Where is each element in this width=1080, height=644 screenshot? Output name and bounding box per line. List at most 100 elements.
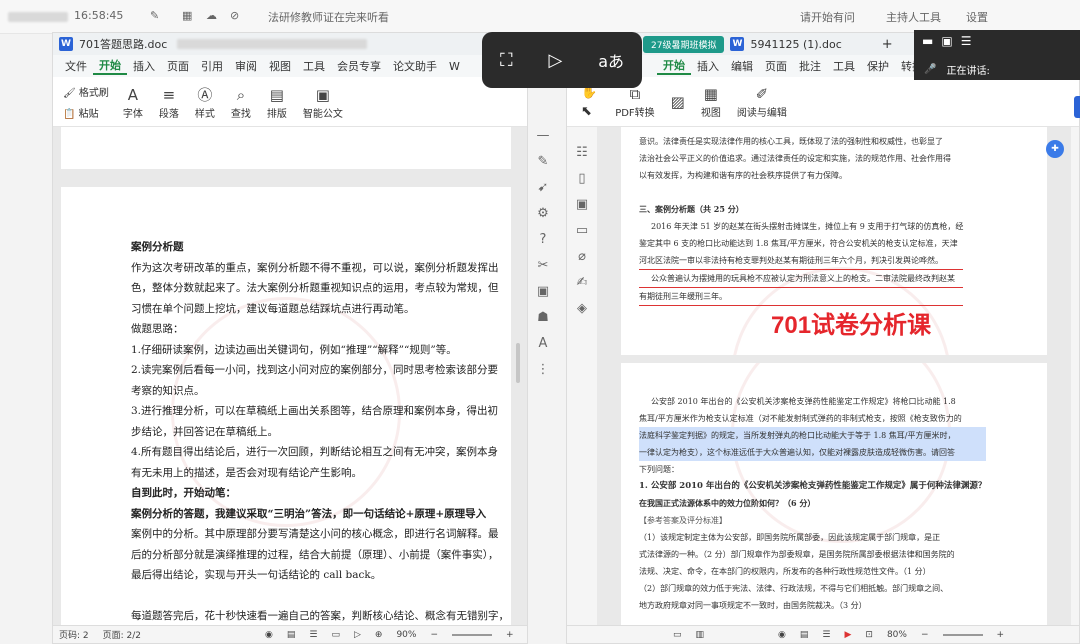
left-scrollbar[interactable] [515,133,521,613]
style-button[interactable]: Ⓐ 样式 [195,85,215,120]
tools-icon[interactable]: ✂ [538,258,549,273]
doc-line: 焦耳/平方厘米作为枪支认定标准（对不能发射制式弹药的非制式枪支，按照《枪支致伤力… [639,414,962,423]
bookmark-icon[interactable]: ▯ [578,171,585,186]
sign-icon[interactable]: ✍ [577,275,588,290]
web-icon[interactable]: ⊕ [375,630,383,640]
doc-line: 公安部 2010 年出台的《公安机关涉案枪支弹药性能鉴定工作规定》将枪口比动能 … [651,397,956,406]
format-brush-button[interactable]: 🖌 格式刷 [63,84,109,99]
layout-button[interactable]: ▤ 排版 [267,85,287,120]
left-doc-tab[interactable]: 701答题思路.doc [79,36,167,52]
r-play-icon[interactable]: ▶ [844,630,851,640]
edit-icon[interactable]: ✎ [150,9,159,22]
grid-icon[interactable]: ▦ [182,9,192,22]
grid-view-icon[interactable]: ☰ [961,34,972,48]
image-icon[interactable]: ▣ [537,284,549,299]
shirt-icon[interactable]: ☗ [537,310,549,325]
layers-icon[interactable]: ◈ [577,301,587,316]
r-eye-icon[interactable]: ◉ [778,630,786,640]
menu-page[interactable]: 页面 [161,58,195,74]
page-view-icon[interactable]: ▤ [287,630,296,640]
zoom-slider[interactable] [452,633,493,636]
link-icon[interactable]: ⊘ [230,9,239,22]
read-icon[interactable]: ▭ [331,630,340,640]
doc-line: 地方政府规章对同一事项规定不一致时，由国务院裁决。（3 分） [639,601,867,610]
r-zoom-minus-icon[interactable]: − [921,630,929,640]
paragraph-button[interactable]: ≡ 段落 [159,85,179,120]
cursor-icon[interactable]: ➹ [538,180,549,195]
tab-doc[interactable]: 5941125 (1).doc [750,38,841,51]
menu-w[interactable]: W [443,60,466,73]
right-page-2: 公安部 2010 年出台的《公安机关涉案枪支弹药性能鉴定工作规定》将枪口比动能 … [621,363,1047,625]
r-list-icon[interactable]: ☰ [822,630,830,640]
smart-doc-button[interactable]: ▣ 智能公文 [303,85,343,120]
r-zoom-level[interactable]: 80% [887,630,907,640]
eye-icon[interactable]: ◉ [265,630,273,640]
r-page-view-icon[interactable]: ▤ [800,630,809,640]
read-edit-button[interactable]: ✐ 阅读与编辑 [737,84,787,119]
zoom-plus-icon[interactable]: + [506,630,514,640]
word-doc-icon-right: W [730,37,745,51]
r-menu-page[interactable]: 页面 [759,58,793,74]
pen-icon[interactable]: ✎ [538,154,549,169]
thumbnail-icon[interactable]: ▣ [576,197,588,212]
left-doc-text: 案例分析题 作为这次考研改革的重点，案例分析题不得不重视，可以说，案例分析题发挥出… [131,237,509,627]
zoom-level[interactable]: 90% [396,630,416,640]
outline-icon[interactable]: ☷ [576,145,588,160]
menu-home[interactable]: 开始 [93,57,127,75]
image-button[interactable]: ▨ [671,92,685,112]
r-grid-icon[interactable]: ▥ [696,630,705,640]
layout-switch-icon[interactable]: ▣ [941,34,952,48]
font-button[interactable]: A 字体 [123,85,143,120]
r-fit-icon[interactable]: ⊡ [865,630,873,640]
menu-review[interactable]: 审阅 [229,58,263,74]
left-ribbon: 🖌 格式刷 📋 粘贴 A 字体 ≡ 段落 Ⓐ 样式 ⌕ 查找 ▤ 排版 ▣ 智能公文 [53,77,527,127]
add-tab-icon[interactable]: + [882,37,893,52]
list-view-icon[interactable]: ☰ [309,630,317,640]
play-icon[interactable]: ▷ [354,630,361,640]
r-menu-home[interactable]: 开始 [657,57,691,75]
assistant-icon[interactable]: ✚ [1046,140,1064,158]
pdf-convert-button[interactable]: ⧉ PDF转换 [615,84,654,119]
menu-reference[interactable]: 引用 [195,58,229,74]
menu-tools[interactable]: 工具 [297,58,331,74]
menu-view[interactable]: 视图 [263,58,297,74]
doc-line: 下列问题： [639,465,679,474]
paste-button[interactable]: 📋 粘贴 [63,105,109,120]
host-tools-button[interactable]: 主持人工具 [886,9,941,25]
doc-line: 公众普遍认为摆摊用的玩具枪不应被认定为刑法意义上的枪支。二审法院最终改判赵某 [639,270,964,288]
r-menu-edit[interactable]: 编辑 [725,58,759,74]
r-menu-tools[interactable]: 工具 [827,58,861,74]
view-button[interactable]: ▦ 视图 [701,84,721,119]
qa-button[interactable]: 请开始有问 [800,9,855,25]
r-menu-insert[interactable]: 插入 [691,58,725,74]
zoom-minus-icon[interactable]: − [430,630,438,640]
help-icon[interactable]: ? [540,232,547,247]
settings-button[interactable]: 设置 [966,9,988,25]
select-icon[interactable]: ⬉ [581,104,597,119]
attachment-icon[interactable]: ⌀ [578,249,586,264]
comment-icon[interactable]: ▭ [576,223,588,238]
r-menu-protect[interactable]: 保护 [861,58,895,74]
menu-vip[interactable]: 会员专享 [331,58,387,74]
doc-line: 鉴定其中 6 支的枪口比动能达到 1.8 焦耳/平方厘米，符合公安机关的枪支认定… [639,239,958,248]
translate-icon[interactable]: aあ [598,48,624,72]
video-ai-icon[interactable]: ▷ [548,50,562,71]
tab-mock-exam[interactable]: 27级暑期班模拟 [643,35,725,53]
r-view-icon[interactable]: ▭ [673,630,682,640]
menu-thesis[interactable]: 论文助手 [387,58,443,74]
r-menu-comment[interactable]: 批注 [793,58,827,74]
menu-file[interactable]: 文件 [59,58,93,74]
settings-sliders-icon[interactable]: ⚙ [537,206,549,221]
minus-icon[interactable]: — [537,128,550,143]
screenshot-icon[interactable]: ⛶ [500,50,513,71]
r-zoom-slider[interactable] [942,633,983,636]
edge-tab[interactable] [1074,96,1080,118]
translate-side-icon[interactable]: A [539,336,548,351]
more-icon[interactable]: ⋮ [537,362,550,377]
menu-insert[interactable]: 插入 [127,58,161,74]
doc-line: 步结论，并回答记在草稿纸上。 [131,425,278,438]
r-zoom-plus-icon[interactable]: + [997,630,1005,640]
cloud-icon[interactable]: ☁ [206,9,217,22]
minimize-icon[interactable]: ▬ [922,34,933,48]
find-button[interactable]: ⌕ 查找 [231,85,251,120]
